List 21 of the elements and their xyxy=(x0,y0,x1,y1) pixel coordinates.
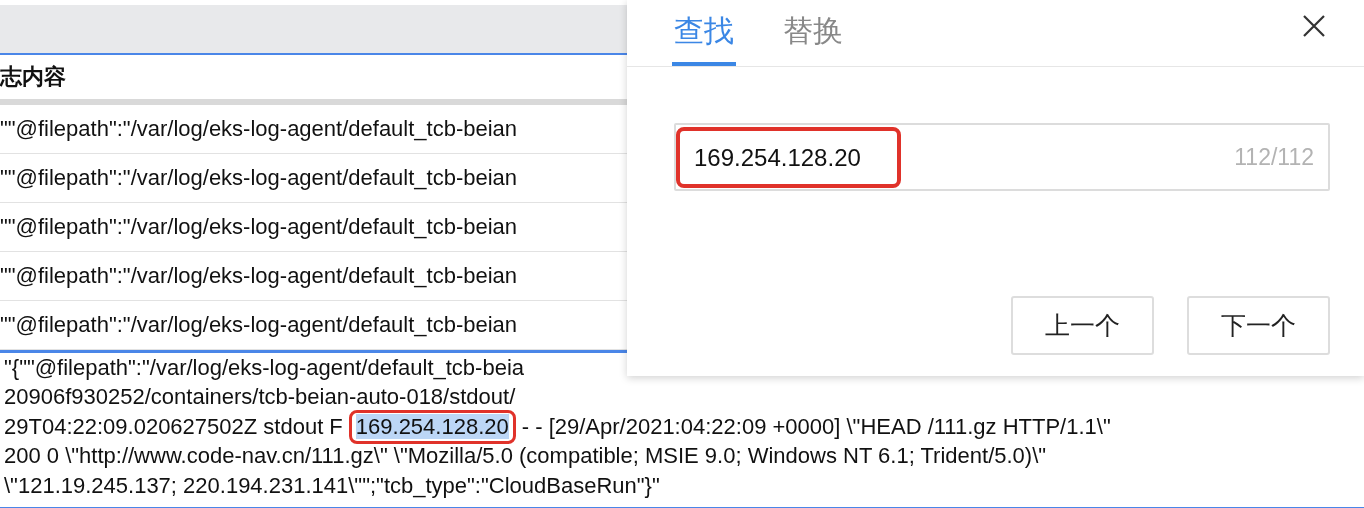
log-detail-text: 20906f930252/containers/tcb-beian-auto-018/stdout/ xyxy=(4,384,516,411)
close-icon[interactable] xyxy=(1302,14,1326,38)
search-match-highlight: 169.254.128.20 xyxy=(355,413,509,439)
dialog-tab[interactable]: 替换 xyxy=(781,0,845,66)
log-detail-text: \"121.19.245.137; 220.194.231.141\"";"tcb_type":"CloudBaseRun"}" xyxy=(4,472,660,499)
log-row[interactable]: ""@filepath":"/var/log/eks-log-agent/default_tcb-beian xyxy=(0,116,518,142)
log-detail-text: "{""@filepath":"/var/log/eks-log-agent/default_tcb-beia xyxy=(4,354,524,381)
dialog-tab[interactable]: 查找 xyxy=(672,0,736,66)
log-row[interactable]: ""@filepath":"/var/log/eks-log-agent/default_tcb-beian xyxy=(0,165,518,191)
log-row[interactable]: ""@filepath":"/var/log/eks-log-agent/default_tcb-beian xyxy=(0,312,518,338)
search-value: 169.254.128.20 xyxy=(676,126,901,188)
log-row[interactable]: ""@filepath":"/var/log/eks-log-agent/default_tcb-beian xyxy=(0,214,518,240)
column-header: 志内容 xyxy=(0,63,66,91)
log-row[interactable]: ""@filepath":"/var/log/eks-log-agent/default_tcb-beian xyxy=(0,263,518,289)
log-detail-text: 29T04:22:09.020627502Z stdout F xyxy=(4,413,343,440)
nav-button[interactable]: 下一个 xyxy=(1187,296,1330,355)
match-count: 112/112 xyxy=(1234,143,1314,171)
nav-button[interactable]: 上一个 xyxy=(1011,296,1154,355)
search-field[interactable]: 169.254.128.20 112/112 xyxy=(674,123,1330,191)
log-detail-text: 200 0 \"http://www.code-nav.cn/111.gz\" \"Mozilla/5.0 (compatible; MSIE 9.0; Windows NT 6.1; Trident/5.0)\" xyxy=(4,443,1047,470)
log-detail-text: - - [29/Apr/2021:04:22:09 +0000] \"HEAD /111.gz HTTP/1.1\" xyxy=(521,413,1111,440)
